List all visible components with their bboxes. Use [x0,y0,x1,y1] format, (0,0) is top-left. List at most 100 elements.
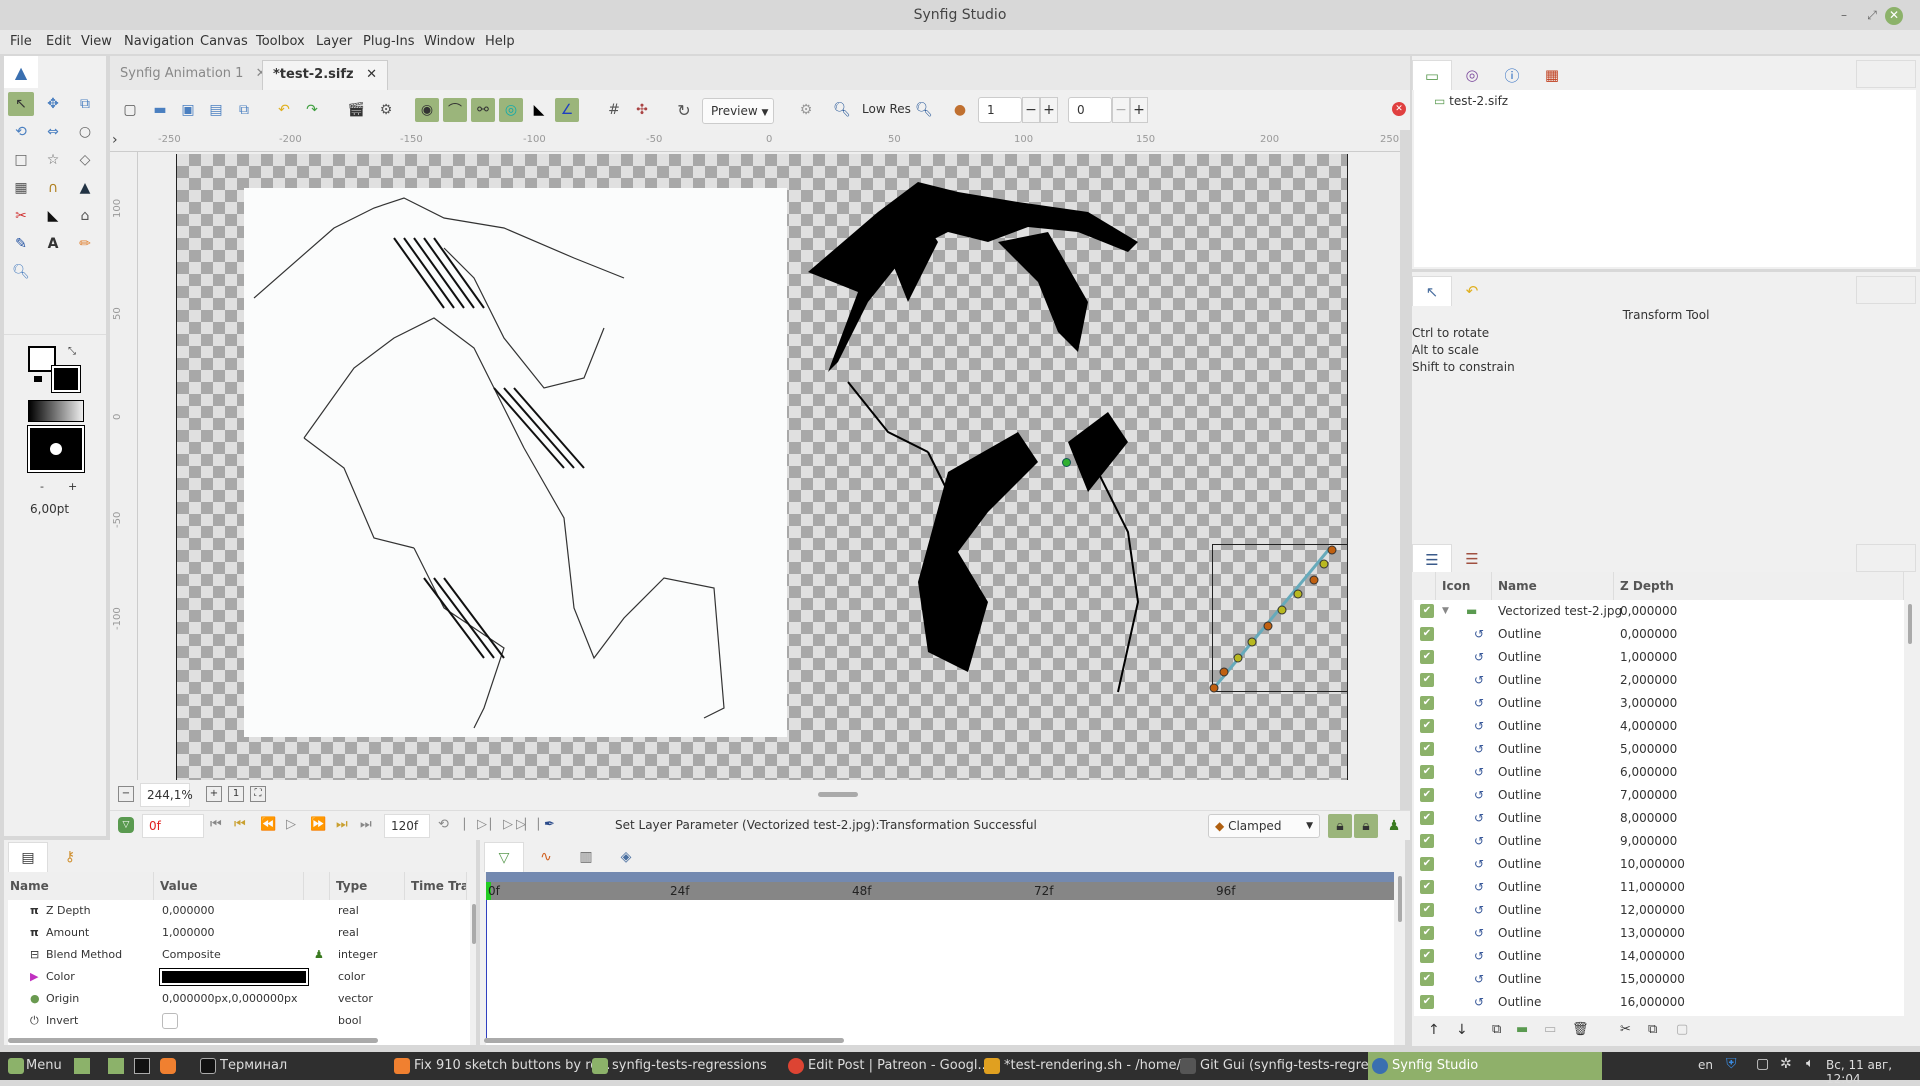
layer-row[interactable]: ✔ ↺ Outline 13,000000 [1414,922,1904,945]
sets-tab-icon[interactable]: ☰ [1452,544,1492,574]
tangent-handle[interactable] [1319,559,1329,569]
close-canvas-icon[interactable]: ✕ [1392,102,1406,116]
timebar[interactable] [486,872,1394,882]
low-res-label[interactable]: Low Res [862,102,911,116]
params-hscrollbar[interactable] [8,1038,378,1043]
next-keyframe-button[interactable]: ⏭ [336,817,348,832]
seek-end-button[interactable]: ⏭ [360,817,372,832]
layer-name[interactable]: Outline [1498,991,1541,1014]
timetrack-body[interactable] [486,900,1394,1045]
animation-mode-icon[interactable]: ▽ [118,817,134,833]
keyframes-tab-icon[interactable]: ⚷ [50,842,90,872]
info-tab-icon[interactable]: ⓘ [1492,60,1532,90]
scale-tool-icon[interactable]: ⧉ [72,92,98,116]
keyboard-layout[interactable]: en [1698,1058,1713,1072]
onion-future-input[interactable]: 0 [1068,97,1112,123]
layer-row[interactable]: ✔ ↺ Outline 16,000000 [1414,991,1904,1014]
onion-skin-icon[interactable]: ● [948,98,972,122]
layer-name[interactable]: Outline [1498,784,1541,807]
layer-name[interactable]: Outline [1498,761,1541,784]
dock-drag-handle[interactable] [1856,276,1916,304]
fill-color-swatch[interactable] [51,365,81,393]
end-frame-input[interactable]: 120f [384,814,430,838]
col-time-track[interactable]: Time Trac [405,872,467,900]
layer-visibility-checkbox[interactable]: ✔ [1420,903,1434,917]
prev-keyframe-button[interactable]: ⏮ [234,817,246,832]
interpolation-dropdown[interactable]: ◆ Clamped ▼ [1208,814,1320,838]
play-button[interactable]: ▷ [286,817,296,832]
size-minus-button[interactable]: - [40,480,44,493]
layer-name[interactable]: Outline [1498,830,1541,853]
param-row[interactable]: π Amount 1,000000 real [8,922,470,944]
history-tab-icon[interactable]: ↶ [1452,276,1492,306]
gradient-swatch[interactable] [28,400,84,422]
menu-window[interactable]: Window [424,34,475,49]
zoom-100-button[interactable]: 1 [228,786,244,802]
low-res-zoom-icon[interactable]: 🔍︎ [830,98,854,122]
reset-colors-icon[interactable] [34,376,42,382]
group-layer-icon[interactable]: ▬ [1516,1022,1528,1037]
color-value-swatch[interactable] [159,968,309,986]
save-all-icon[interactable]: ⧉ [232,98,256,122]
col-name[interactable]: Name [4,872,154,900]
spline-tool-icon[interactable]: ∩ [40,176,66,200]
layer-name[interactable]: Outline [1498,876,1541,899]
onion-future-plus[interactable]: + [1130,97,1148,123]
eyedrop-tool-icon[interactable]: ⌂ [72,204,98,228]
layer-visibility-checkbox[interactable]: ✔ [1420,995,1434,1009]
layer-row[interactable]: ✔ ↺ Outline 12,000000 [1414,899,1904,922]
layer-row[interactable]: ✔ ↺ Outline 4,000000 [1414,715,1904,738]
mirror-tool-icon[interactable]: ⇔ [40,120,66,144]
copy-icon[interactable]: ⧉ [1648,1022,1657,1037]
layer-row[interactable]: ✔ ↺ Outline 10,000000 [1414,853,1904,876]
cut-icon[interactable]: ✂ [1620,1022,1631,1037]
swap-colors-icon[interactable]: ⤡ [68,346,76,357]
param-value[interactable]: 1,000000 [162,922,215,944]
show-position-handles-icon[interactable]: ◉ [415,98,439,122]
horizontal-scrollbar[interactable] [818,792,858,797]
clock[interactable]: Вс, 11 авг, 12:04 [1826,1058,1920,1086]
layer-name[interactable]: Outline [1498,968,1541,991]
show-angle-handles-icon[interactable]: ∠ [555,98,579,122]
param-row[interactable]: ⊟ Blend Method Composite ♟ integer [8,944,470,966]
duplicate-layer-icon[interactable]: ⧉ [1492,1022,1501,1037]
onion-past-minus[interactable]: − [1022,97,1040,123]
menu-layer[interactable]: Layer [316,34,352,49]
layer-name[interactable]: Outline [1498,692,1541,715]
col-icon[interactable]: Icon [1436,572,1492,600]
layer-visibility-checkbox[interactable]: ✔ [1420,627,1434,641]
layer-row[interactable]: ✔ ↺ Outline 7,000000 [1414,784,1904,807]
brush-preview[interactable] [27,425,85,473]
col-layer-name[interactable]: Name [1492,572,1614,600]
col-z-depth[interactable]: Z Depth [1614,572,1904,600]
layer-visibility-checkbox[interactable]: ✔ [1420,972,1434,986]
onion-past-input[interactable]: 1 [978,97,1022,123]
undo-icon[interactable]: ↶ [272,98,296,122]
close-button[interactable]: ✕ [1885,7,1903,25]
param-value[interactable]: Composite [162,944,221,966]
tool-options-tab-icon[interactable]: ↖ [1412,276,1452,306]
layer-row[interactable]: ✔ ↺ Outline 0,000000 [1414,623,1904,646]
bounds-start-button[interactable]: ⎸▷ [464,817,487,832]
dock-drag-handle[interactable] [1856,60,1916,88]
layer-row[interactable]: ✔ ↺ Outline 2,000000 [1414,669,1904,692]
param-row[interactable]: ▶ Color color [8,966,470,988]
show-tangent-handles-icon[interactable]: ⚯ [471,98,495,122]
files-launcher-icon[interactable] [108,1058,124,1074]
vertex-handle[interactable] [1263,621,1273,631]
task-folder[interactable]: synfig-tests-regressions [588,1052,767,1080]
time-ruler[interactable] [486,882,1394,900]
vertex-handle[interactable] [1219,667,1229,677]
dock-drag-handle[interactable] [1856,544,1916,572]
lock-past-keyframe-icon[interactable]: 🔒︎ [1328,814,1352,838]
vertex-handle[interactable] [1327,545,1337,555]
minimize-button[interactable]: – [1836,7,1852,23]
show-vertex-handles-icon[interactable]: ⌒ [443,98,467,122]
volume-icon[interactable]: 🔈︎ [1806,1056,1814,1071]
render-mode-dropdown[interactable]: Preview ▼ [702,98,774,124]
tangent-handle[interactable] [1277,605,1287,615]
gradient-tool-icon[interactable]: ▦ [8,176,34,200]
layer-row[interactable]: ✔ ↺ Outline 1,000000 [1414,646,1904,669]
tangent-handle[interactable] [1293,589,1303,599]
close-tab-icon[interactable]: ✕ [366,67,377,82]
